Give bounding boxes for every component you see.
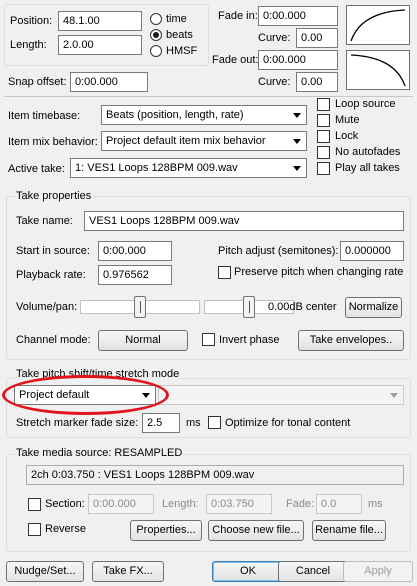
optimize-tonal-checkbox[interactable] [208,416,221,429]
fade-out-curve-field[interactable]: 0.00 [296,72,338,92]
cancel-button[interactable]: Cancel [278,561,348,582]
play-all-takes-checkbox[interactable] [317,162,330,175]
item-timebase-label: Item timebase: [8,110,81,122]
choose-new-file-button[interactable]: Choose new file... [208,520,304,541]
properties-button[interactable]: Properties... [130,520,202,541]
pan-slider-thumb[interactable] [243,296,255,318]
radio-beats[interactable] [150,29,162,41]
item-mix-value: Project default item mix behavior [106,135,266,147]
ok-button[interactable]: OK [212,561,284,582]
active-take-value: 1: VES1 Loops 128BPM 009.wav [75,162,238,174]
radio-hmsf[interactable] [150,45,162,57]
mute-checkbox[interactable] [317,114,330,127]
playback-rate-field[interactable]: 0.976562 [98,265,172,285]
section-start-field[interactable]: 0:00.000 [88,494,154,514]
radio-hmsf-label: HMSF [166,45,198,57]
media-source-field: 2ch 0:03.750 : VES1 Loops 128BPM 009.wav [26,465,404,485]
fade-in-curve-label: Curve: [258,32,291,44]
lock-label: Lock [335,130,359,142]
stretch-fade-unit: ms [186,417,201,429]
section-fade-field[interactable]: 0.0 [316,494,362,514]
volume-slider-thumb[interactable] [134,296,146,318]
chevron-down-icon [293,113,301,118]
take-envelopes-button[interactable]: Take envelopes.. [298,330,404,351]
start-in-source-field[interactable]: 0:00.000 [98,241,172,261]
nudge-set-button[interactable]: Nudge/Set... [6,561,84,582]
fade-out-curve-label: Curve: [258,76,291,88]
play-all-takes-label: Play all takes [335,162,400,174]
item-timebase-select[interactable]: Beats (position, length, rate) [101,105,307,125]
reverse-label: Reverse [45,523,86,535]
preserve-pitch-label: Preserve pitch when changing rate [234,266,404,278]
annotation-ellipse [2,375,169,415]
section-length-field[interactable]: 0:03.750 [206,494,272,514]
radio-beats-label: beats [166,29,193,41]
take-fx-button[interactable]: Take FX... [92,561,164,582]
length-field[interactable]: 2.0.00 [58,35,142,55]
section-label: Section: [45,498,85,510]
fade-in-field[interactable]: 0:00.000 [258,6,338,26]
no-autofades-checkbox[interactable] [317,146,330,159]
rename-file-button[interactable]: Rename file... [312,520,386,541]
volume-pan-label: Volume/pan: [16,301,78,313]
position-label: Position: [10,15,53,27]
fade-in-shape-button[interactable] [346,5,410,45]
volume-slider[interactable] [80,296,200,318]
loop-source-checkbox[interactable] [317,98,330,111]
apply-button[interactable]: Apply [343,561,413,582]
active-take-select[interactable]: 1: VES1 Loops 128BPM 009.wav [70,158,307,178]
item-mix-label: Item mix behavior: [8,136,98,148]
fade-out-shape-button[interactable] [346,50,410,90]
take-name-field[interactable]: VES1 Loops 128BPM 009.wav [84,211,404,231]
no-autofades-label: No autofades [335,146,401,158]
playback-rate-label: Playback rate: [16,269,86,281]
volume-pan-readout: 0.00dB center [268,301,337,313]
section-checkbox[interactable] [28,498,41,511]
channel-mode-label: Channel mode: [16,334,91,346]
fade-out-field[interactable]: 0:00.000 [258,50,338,70]
active-take-label: Active take: [8,163,65,175]
media-source-title: Take media source: RESAMPLED [14,446,185,460]
mute-label: Mute [335,114,360,126]
pitch-submode-select[interactable] [158,385,404,405]
stretch-fade-label: Stretch marker fade size: [16,417,139,429]
item-mix-select[interactable]: Project default item mix behavior [101,131,307,151]
invert-phase-checkbox[interactable] [202,333,215,346]
optimize-tonal-label: Optimize for tonal content [225,417,351,429]
take-name-label: Take name: [16,215,73,227]
loop-source-label: Loop source [335,98,396,110]
section-fade-unit: ms [368,498,383,510]
start-in-source-label: Start in source: [16,245,90,257]
section-length-label: Length: [162,498,199,510]
chevron-down-icon [293,166,301,171]
snap-offset-field[interactable]: 0:00.000 [70,72,148,92]
chevron-down-icon [293,139,301,144]
take-properties-title: Take properties [14,189,94,203]
reverse-checkbox[interactable] [28,523,41,536]
pitch-adjust-field[interactable]: 0.000000 [340,241,404,261]
snap-offset-label: Snap offset: [8,76,67,88]
radio-time[interactable] [150,13,162,25]
radio-time-label: time [166,13,187,25]
stretch-fade-field[interactable]: 2.5 [142,413,180,433]
channel-mode-button[interactable]: Normal [98,330,188,351]
lock-checkbox[interactable] [317,130,330,143]
fade-out-label: Fade out: [212,54,259,66]
section-fade-label: Fade: [286,498,315,510]
length-label: Length: [10,39,47,51]
position-field[interactable]: 48.1.00 [58,11,142,31]
normalize-button[interactable]: Normalize [345,297,402,318]
pitch-adjust-label: Pitch adjust (semitones): [218,245,339,257]
fade-out-curve-icon [350,54,406,87]
fade-in-label: Fade in: [218,10,258,22]
fade-in-curve-icon [350,9,406,42]
invert-phase-label: Invert phase [219,334,280,346]
fade-in-curve-field[interactable]: 0.00 [296,28,338,48]
item-timebase-value: Beats (position, length, rate) [106,109,244,121]
chevron-down-icon [390,393,398,398]
preserve-pitch-checkbox[interactable] [218,266,231,279]
